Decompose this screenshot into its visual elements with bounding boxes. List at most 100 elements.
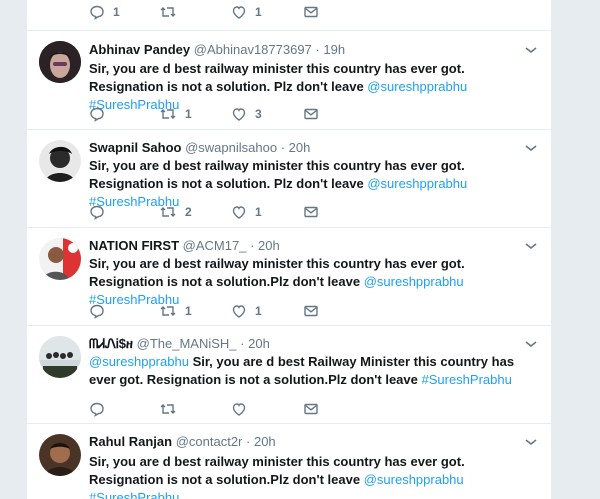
envelope-icon (304, 108, 318, 120)
like-button[interactable]: 1 (231, 3, 262, 21)
like-button[interactable]: 1 (231, 302, 262, 320)
separator: · (246, 434, 251, 449)
like-button[interactable] (231, 400, 255, 418)
retweet-button[interactable]: 2 (159, 203, 192, 221)
reply-icon (90, 205, 104, 220)
display-name[interactable]: Swapnil Sahoo (89, 140, 181, 155)
retweet-icon (160, 109, 176, 119)
avatar[interactable] (39, 140, 81, 182)
heart-icon (232, 305, 246, 318)
dm-button[interactable] (303, 3, 319, 21)
like-count: 1 (255, 304, 262, 318)
display-name[interactable]: Rahul Ranjan (89, 434, 172, 449)
mention-link[interactable]: @sureshpprabhu (89, 354, 189, 369)
heart-icon (232, 206, 246, 219)
retweet-icon (160, 207, 176, 217)
reply-button[interactable] (89, 105, 113, 123)
heart-icon (232, 108, 246, 121)
mention-link[interactable]: @sureshpprabhu (367, 176, 467, 191)
dm-button[interactable] (303, 302, 319, 320)
tweet-menu-caret[interactable] (523, 335, 539, 353)
tweet[interactable]: ᗰᏗᏁᎥ$ዘ @The_MANiSH_ · 20h @sureshpprabhu… (27, 326, 551, 424)
reply-button[interactable]: 1 (89, 3, 120, 21)
like-button[interactable]: 1 (231, 203, 262, 221)
tweet[interactable]: NATION FIRST @ACM17_ · 20h Sir, you are … (27, 228, 551, 326)
timestamp[interactable]: 20h (248, 336, 270, 351)
display-name[interactable]: ᗰᏗᏁᎥ$ዘ (89, 336, 133, 351)
chevron-down-icon (525, 439, 537, 446)
tweet-text: Sir, you are d best railway minister thi… (89, 255, 539, 309)
envelope-icon (304, 206, 318, 218)
retweet-button[interactable] (159, 3, 185, 21)
tweet-actions: 2 1 (89, 203, 389, 221)
user-handle[interactable]: @ACM17_ (183, 238, 247, 253)
user-handle[interactable]: @Abhinav18773697 (194, 42, 312, 57)
reply-icon (90, 304, 104, 319)
separator: · (280, 140, 286, 155)
like-button[interactable]: 3 (231, 105, 262, 123)
tweet-partial: 1 1 (27, 0, 551, 31)
display-name[interactable]: NATION FIRST (89, 238, 179, 253)
retweet-icon (160, 404, 176, 414)
reply-count: 1 (113, 5, 120, 19)
tweet[interactable]: Rahul Ranjan @contact2r · 20h Sir, you a… (27, 424, 551, 499)
heart-icon (232, 6, 246, 19)
timestamp[interactable]: 19h (323, 42, 345, 57)
retweet-count: 1 (185, 107, 192, 121)
envelope-icon (304, 305, 318, 317)
reply-icon (90, 402, 104, 417)
like-count: 3 (255, 107, 262, 121)
tweet[interactable]: Abhinav Pandey @Abhinav18773697 · 19h Si… (27, 31, 551, 130)
tweet-menu-caret[interactable] (523, 139, 539, 157)
mention-link[interactable]: @sureshpprabhu (364, 274, 464, 289)
retweet-count: 1 (185, 304, 192, 318)
tweet-menu-caret[interactable] (523, 41, 539, 59)
reply-button[interactable] (89, 302, 113, 320)
tweet[interactable]: Swapnil Sahoo @swapnilsahoo · 20h Sir, y… (27, 130, 551, 228)
hashtag-link[interactable]: #SureshPrabhu (89, 490, 179, 499)
tweet-menu-caret[interactable] (523, 433, 539, 451)
retweet-button[interactable]: 1 (159, 302, 192, 320)
display-name[interactable]: Abhinav Pandey (89, 42, 190, 57)
tweet-actions (89, 400, 389, 418)
chevron-down-icon (525, 243, 537, 250)
avatar[interactable] (39, 434, 81, 476)
user-handle[interactable]: @swapnilsahoo (185, 140, 277, 155)
dm-button[interactable] (303, 203, 319, 221)
like-count: 1 (255, 5, 262, 19)
avatar[interactable] (39, 336, 81, 378)
timestamp[interactable]: 20h (258, 238, 280, 253)
chevron-down-icon (525, 145, 537, 152)
mention-link[interactable]: @sureshpprabhu (367, 79, 467, 94)
separator: · (315, 42, 320, 57)
tweet-menu-caret[interactable] (523, 237, 539, 255)
separator: · (240, 336, 245, 351)
reply-button[interactable] (89, 203, 113, 221)
retweet-icon (160, 7, 176, 17)
user-handle[interactable]: @The_MANiSH_ (137, 336, 237, 351)
hashtag-link[interactable]: #SureshPrabhu (421, 372, 511, 387)
envelope-icon (304, 403, 318, 415)
avatar[interactable] (39, 41, 81, 83)
like-count: 1 (255, 205, 262, 219)
retweet-button[interactable]: 1 (159, 105, 192, 123)
avatar[interactable] (39, 238, 81, 280)
tweet-actions: 1 1 (89, 3, 389, 21)
timestamp[interactable]: 20h (289, 140, 311, 155)
tweet-actions: 1 3 (89, 105, 389, 123)
tweet-text: Sir, you are d best railway minister thi… (89, 453, 539, 499)
retweet-count: 2 (185, 205, 192, 219)
tweet-actions: 1 1 (89, 302, 389, 320)
user-handle[interactable]: @contact2r (176, 434, 243, 449)
tweet-header: Rahul Ranjan @contact2r · 20h (89, 433, 539, 451)
tweet-header: NATION FIRST @ACM17_ · 20h (89, 237, 539, 255)
timestamp[interactable]: 20h (254, 434, 276, 449)
reply-button[interactable] (89, 400, 113, 418)
mention-link[interactable]: @sureshpprabhu (364, 472, 464, 487)
dm-button[interactable] (303, 400, 319, 418)
tweet-header: ᗰᏗᏁᎥ$ዘ @The_MANiSH_ · 20h (89, 335, 539, 353)
retweet-button[interactable] (159, 400, 185, 418)
envelope-icon (304, 6, 318, 18)
dm-button[interactable] (303, 105, 319, 123)
tweet-text: @sureshpprabhu Sir, you are d best Railw… (89, 353, 539, 389)
